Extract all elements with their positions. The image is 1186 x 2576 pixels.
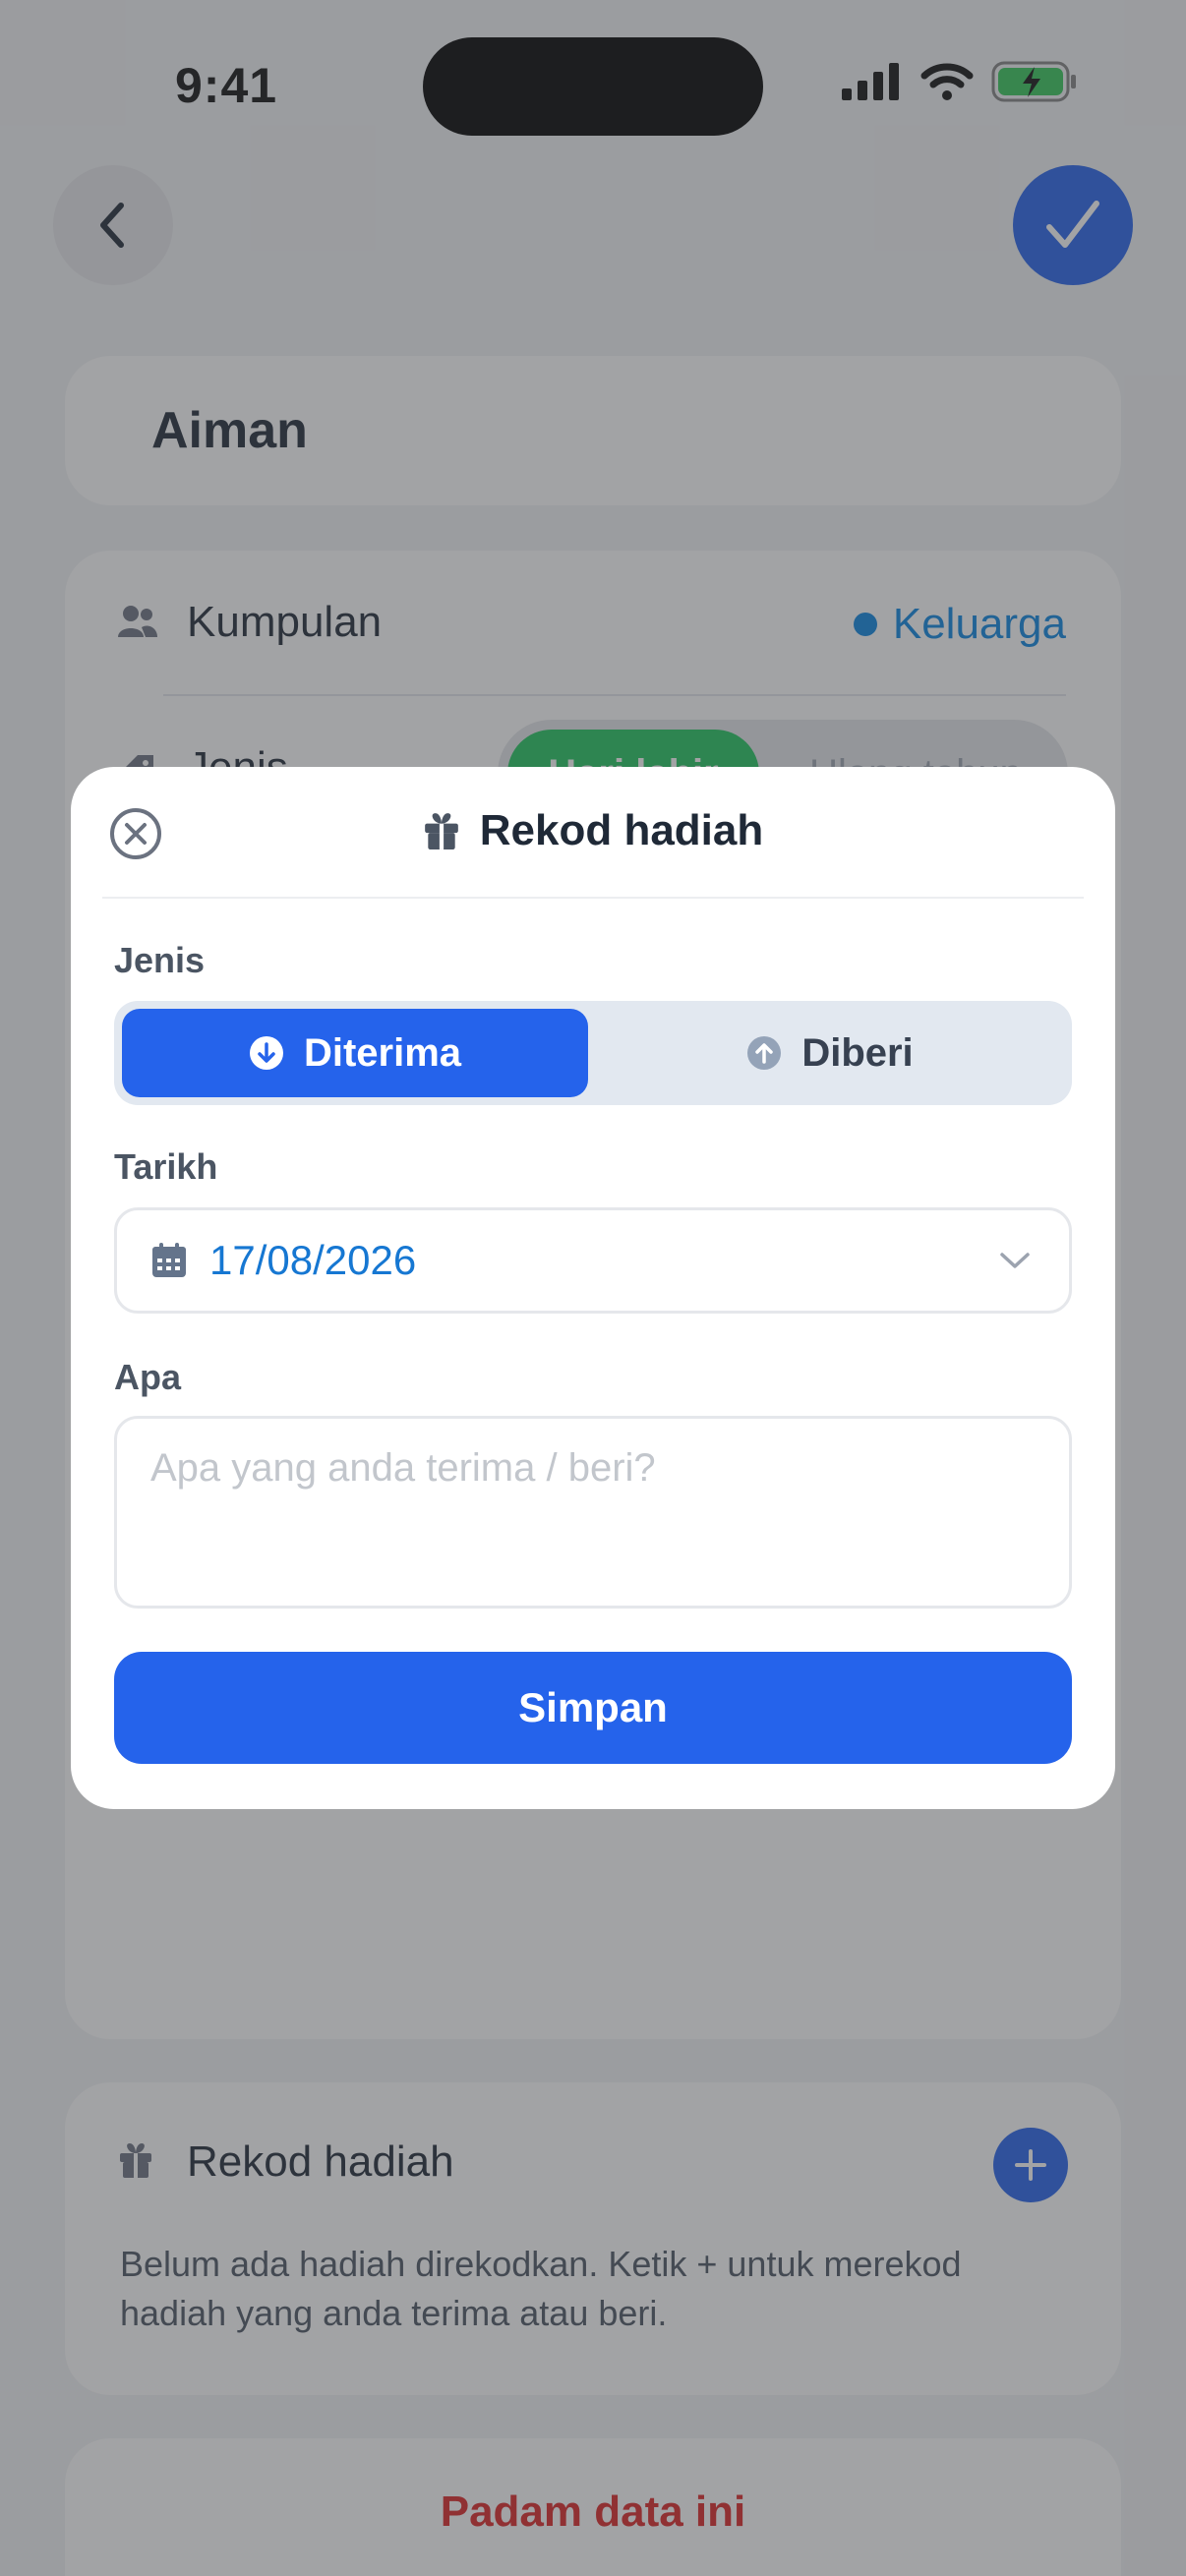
type-option-received-label: Diterima <box>303 1030 462 1075</box>
chevron-down-icon <box>1000 1253 1030 1268</box>
type-field-label: Jenis <box>114 940 206 980</box>
arrow-up-circle-icon <box>747 1036 782 1070</box>
modal-divider <box>102 897 1084 899</box>
date-picker[interactable]: 17/08/2026 <box>114 1207 1072 1314</box>
what-input[interactable] <box>114 1416 1072 1609</box>
type-option-received[interactable]: Diterima <box>122 1009 588 1097</box>
calendar-icon <box>152 1243 186 1277</box>
gift-type-segment: Diterima Diberi <box>114 1001 1072 1105</box>
save-button[interactable]: Simpan <box>114 1652 1072 1764</box>
arrow-down-circle-icon <box>249 1036 283 1070</box>
type-option-given-label: Diberi <box>801 1030 914 1075</box>
modal-title-text: Rekod hadiah <box>479 806 764 854</box>
screen: 9:41 Aiman Kumpulan Keluarga Rekod hadia… <box>0 0 1186 2576</box>
what-field-label: Apa <box>114 1357 182 1397</box>
record-gift-modal: Rekod hadiah Jenis Diterima Diberi Tarik… <box>71 767 1115 1809</box>
gift-icon <box>424 813 458 849</box>
type-option-given[interactable]: Diberi <box>596 1009 1064 1097</box>
date-value: 17/08/2026 <box>209 1237 417 1283</box>
date-field-label: Tarikh <box>114 1146 218 1187</box>
modal-title: Rekod hadiah <box>71 806 1115 855</box>
